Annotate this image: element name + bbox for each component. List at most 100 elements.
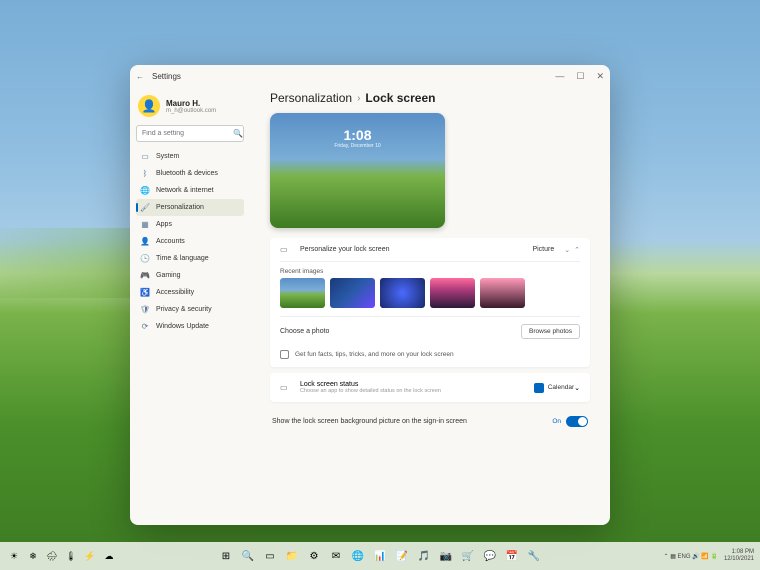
search-button[interactable]: 🔍 <box>239 547 257 565</box>
picture-icon: ▭ <box>280 245 292 254</box>
thumb-1[interactable] <box>280 278 325 308</box>
calendar-icon <box>534 383 544 393</box>
chevron-right-icon: › <box>357 93 360 104</box>
titlebar: ← Settings — ☐ ✕ <box>130 65 610 87</box>
thumb-3[interactable] <box>380 278 425 308</box>
widget-icon[interactable]: ☁ <box>101 548 117 564</box>
fun-facts-row: Get fun facts, tips, tricks, and more on… <box>270 346 590 367</box>
choose-photo-label: Choose a photo <box>280 328 521 335</box>
status-card: ▭ Lock screen status Choose an app to sh… <box>270 373 590 402</box>
taskbar-widgets[interactable]: ☀ ❄ 🌧 🌡 ⚡ ☁ <box>6 548 117 564</box>
tray-icons[interactable]: ⌃ ▦ ENG 🔊 📶 🔋 <box>664 553 718 560</box>
sidebar: 👤 Mauro H. m_h@outlook.com 🔍 ▭System ᛒBl… <box>130 87 250 525</box>
store-button[interactable]: 🛒 <box>459 547 477 565</box>
app-button[interactable]: 📝 <box>393 547 411 565</box>
thumb-4[interactable] <box>430 278 475 308</box>
widget-icon[interactable]: 🌡 <box>63 548 79 564</box>
profile-name: Mauro H. <box>166 99 216 108</box>
personalize-value[interactable]: Picture <box>532 246 554 253</box>
status-icon: ▭ <box>280 383 292 392</box>
weather-icon[interactable]: ☀ <box>6 548 22 564</box>
taskview-button[interactable]: ▭ <box>261 547 279 565</box>
start-button[interactable]: ⊞ <box>217 547 235 565</box>
explorer-button[interactable]: 📁 <box>283 547 301 565</box>
browse-photos-button[interactable]: Browse photos <box>521 324 580 339</box>
taskbar-clock[interactable]: 1:08 PM 12/10/2021 <box>724 549 754 562</box>
personalize-row[interactable]: ▭ Personalize your lock screen Picture ⌄… <box>270 238 590 261</box>
update-icon: ⟳ <box>140 322 150 331</box>
chevron-down-icon[interactable]: ⌄ <box>564 246 570 254</box>
nav-list: ▭System ᛒBluetooth & devices 🌐Network & … <box>136 148 244 335</box>
search-box[interactable]: 🔍 <box>136 125 244 142</box>
close-button[interactable]: ✕ <box>596 71 604 82</box>
privacy-icon: 🛡 <box>140 305 150 314</box>
thumb-5[interactable] <box>480 278 525 308</box>
chevron-down-icon[interactable]: ⌄ <box>574 384 580 392</box>
profile-email: m_h@outlook.com <box>166 108 216 114</box>
thumb-2[interactable] <box>330 278 375 308</box>
back-button[interactable]: ← <box>136 72 144 81</box>
recent-images <box>270 278 590 316</box>
system-tray[interactable]: ⌃ ▦ ENG 🔊 📶 🔋 1:08 PM 12/10/2021 <box>664 549 754 562</box>
chat-button[interactable]: 💬 <box>481 547 499 565</box>
nav-bluetooth[interactable]: ᛒBluetooth & devices <box>136 165 244 182</box>
nav-network[interactable]: 🌐Network & internet <box>136 182 244 199</box>
mail-button[interactable]: ✉ <box>327 547 345 565</box>
lock-screen-preview: 1:08 Friday, December 10 <box>270 113 445 228</box>
accessibility-icon: ♿ <box>140 288 150 297</box>
signin-picture-label: Show the lock screen background picture … <box>272 418 552 425</box>
lock-screen-status-row[interactable]: ▭ Lock screen status Choose an app to sh… <box>270 373 590 402</box>
breadcrumb-current: Lock screen <box>365 91 435 105</box>
app-button[interactable]: 📊 <box>371 547 389 565</box>
network-icon: 🌐 <box>140 186 150 195</box>
profile[interactable]: 👤 Mauro H. m_h@outlook.com <box>136 91 244 125</box>
avatar: 👤 <box>138 95 160 117</box>
signin-picture-row: Show the lock screen background picture … <box>270 408 590 435</box>
nav-accessibility[interactable]: ♿Accessibility <box>136 284 244 301</box>
personalization-icon: 🖌 <box>140 203 150 212</box>
search-input[interactable] <box>142 130 233 137</box>
nav-update[interactable]: ⟳Windows Update <box>136 318 244 335</box>
settings-window: ← Settings — ☐ ✕ 👤 Mauro H. m_h@outlook.… <box>130 65 610 525</box>
accounts-icon: 👤 <box>140 237 150 246</box>
edge-button[interactable]: 🌐 <box>349 547 367 565</box>
gaming-icon: 🎮 <box>140 271 150 280</box>
fun-facts-label: Get fun facts, tips, tricks, and more on… <box>295 351 454 358</box>
breadcrumb-parent[interactable]: Personalization <box>270 91 352 105</box>
minimize-button[interactable]: — <box>555 71 564 82</box>
choose-photo-row: Choose a photo Browse photos <box>270 317 590 346</box>
bluetooth-icon: ᛒ <box>140 169 150 178</box>
window-title: Settings <box>152 72 555 81</box>
system-icon: ▭ <box>140 152 150 161</box>
nav-time[interactable]: 🕒Time & language <box>136 250 244 267</box>
app-button[interactable]: 📅 <box>503 547 521 565</box>
nav-system[interactable]: ▭System <box>136 148 244 165</box>
personalize-label: Personalize your lock screen <box>300 246 532 253</box>
widget-icon[interactable]: ⚡ <box>82 548 98 564</box>
signin-picture-toggle[interactable] <box>566 416 588 427</box>
recent-images-label: Recent images <box>270 262 590 278</box>
widget-icon[interactable]: ❄ <box>25 548 41 564</box>
fun-facts-checkbox[interactable] <box>280 350 289 359</box>
settings-button[interactable]: ⚙ <box>305 547 323 565</box>
nav-accounts[interactable]: 👤Accounts <box>136 233 244 250</box>
nav-personalization[interactable]: 🖌Personalization <box>136 199 244 216</box>
taskbar: ☀ ❄ 🌧 🌡 ⚡ ☁ ⊞ 🔍 ▭ 📁 ⚙ ✉ 🌐 📊 📝 🎵 📷 🛒 💬 📅 … <box>0 542 760 570</box>
personalize-card: ▭ Personalize your lock screen Picture ⌄… <box>270 238 590 367</box>
nav-privacy[interactable]: 🛡Privacy & security <box>136 301 244 318</box>
time-icon: 🕒 <box>140 254 150 263</box>
maximize-button[interactable]: ☐ <box>576 71 584 82</box>
apps-icon: ▦ <box>140 220 150 229</box>
status-sub: Choose an app to show detailed status on… <box>300 388 441 394</box>
nav-gaming[interactable]: 🎮Gaming <box>136 267 244 284</box>
chevron-up-icon[interactable]: ⌃ <box>574 246 580 254</box>
app-button[interactable]: 🎵 <box>415 547 433 565</box>
preview-time: 1:08 <box>334 127 380 143</box>
app-button[interactable]: 📷 <box>437 547 455 565</box>
app-button[interactable]: 🔧 <box>525 547 543 565</box>
main-content: Personalization › Lock screen 1:08 Frida… <box>250 87 610 525</box>
nav-apps[interactable]: ▦Apps <box>136 216 244 233</box>
widget-icon[interactable]: 🌧 <box>44 548 60 564</box>
preview-date: Friday, December 10 <box>334 143 380 149</box>
taskbar-center: ⊞ 🔍 ▭ 📁 ⚙ ✉ 🌐 📊 📝 🎵 📷 🛒 💬 📅 🔧 <box>217 547 543 565</box>
